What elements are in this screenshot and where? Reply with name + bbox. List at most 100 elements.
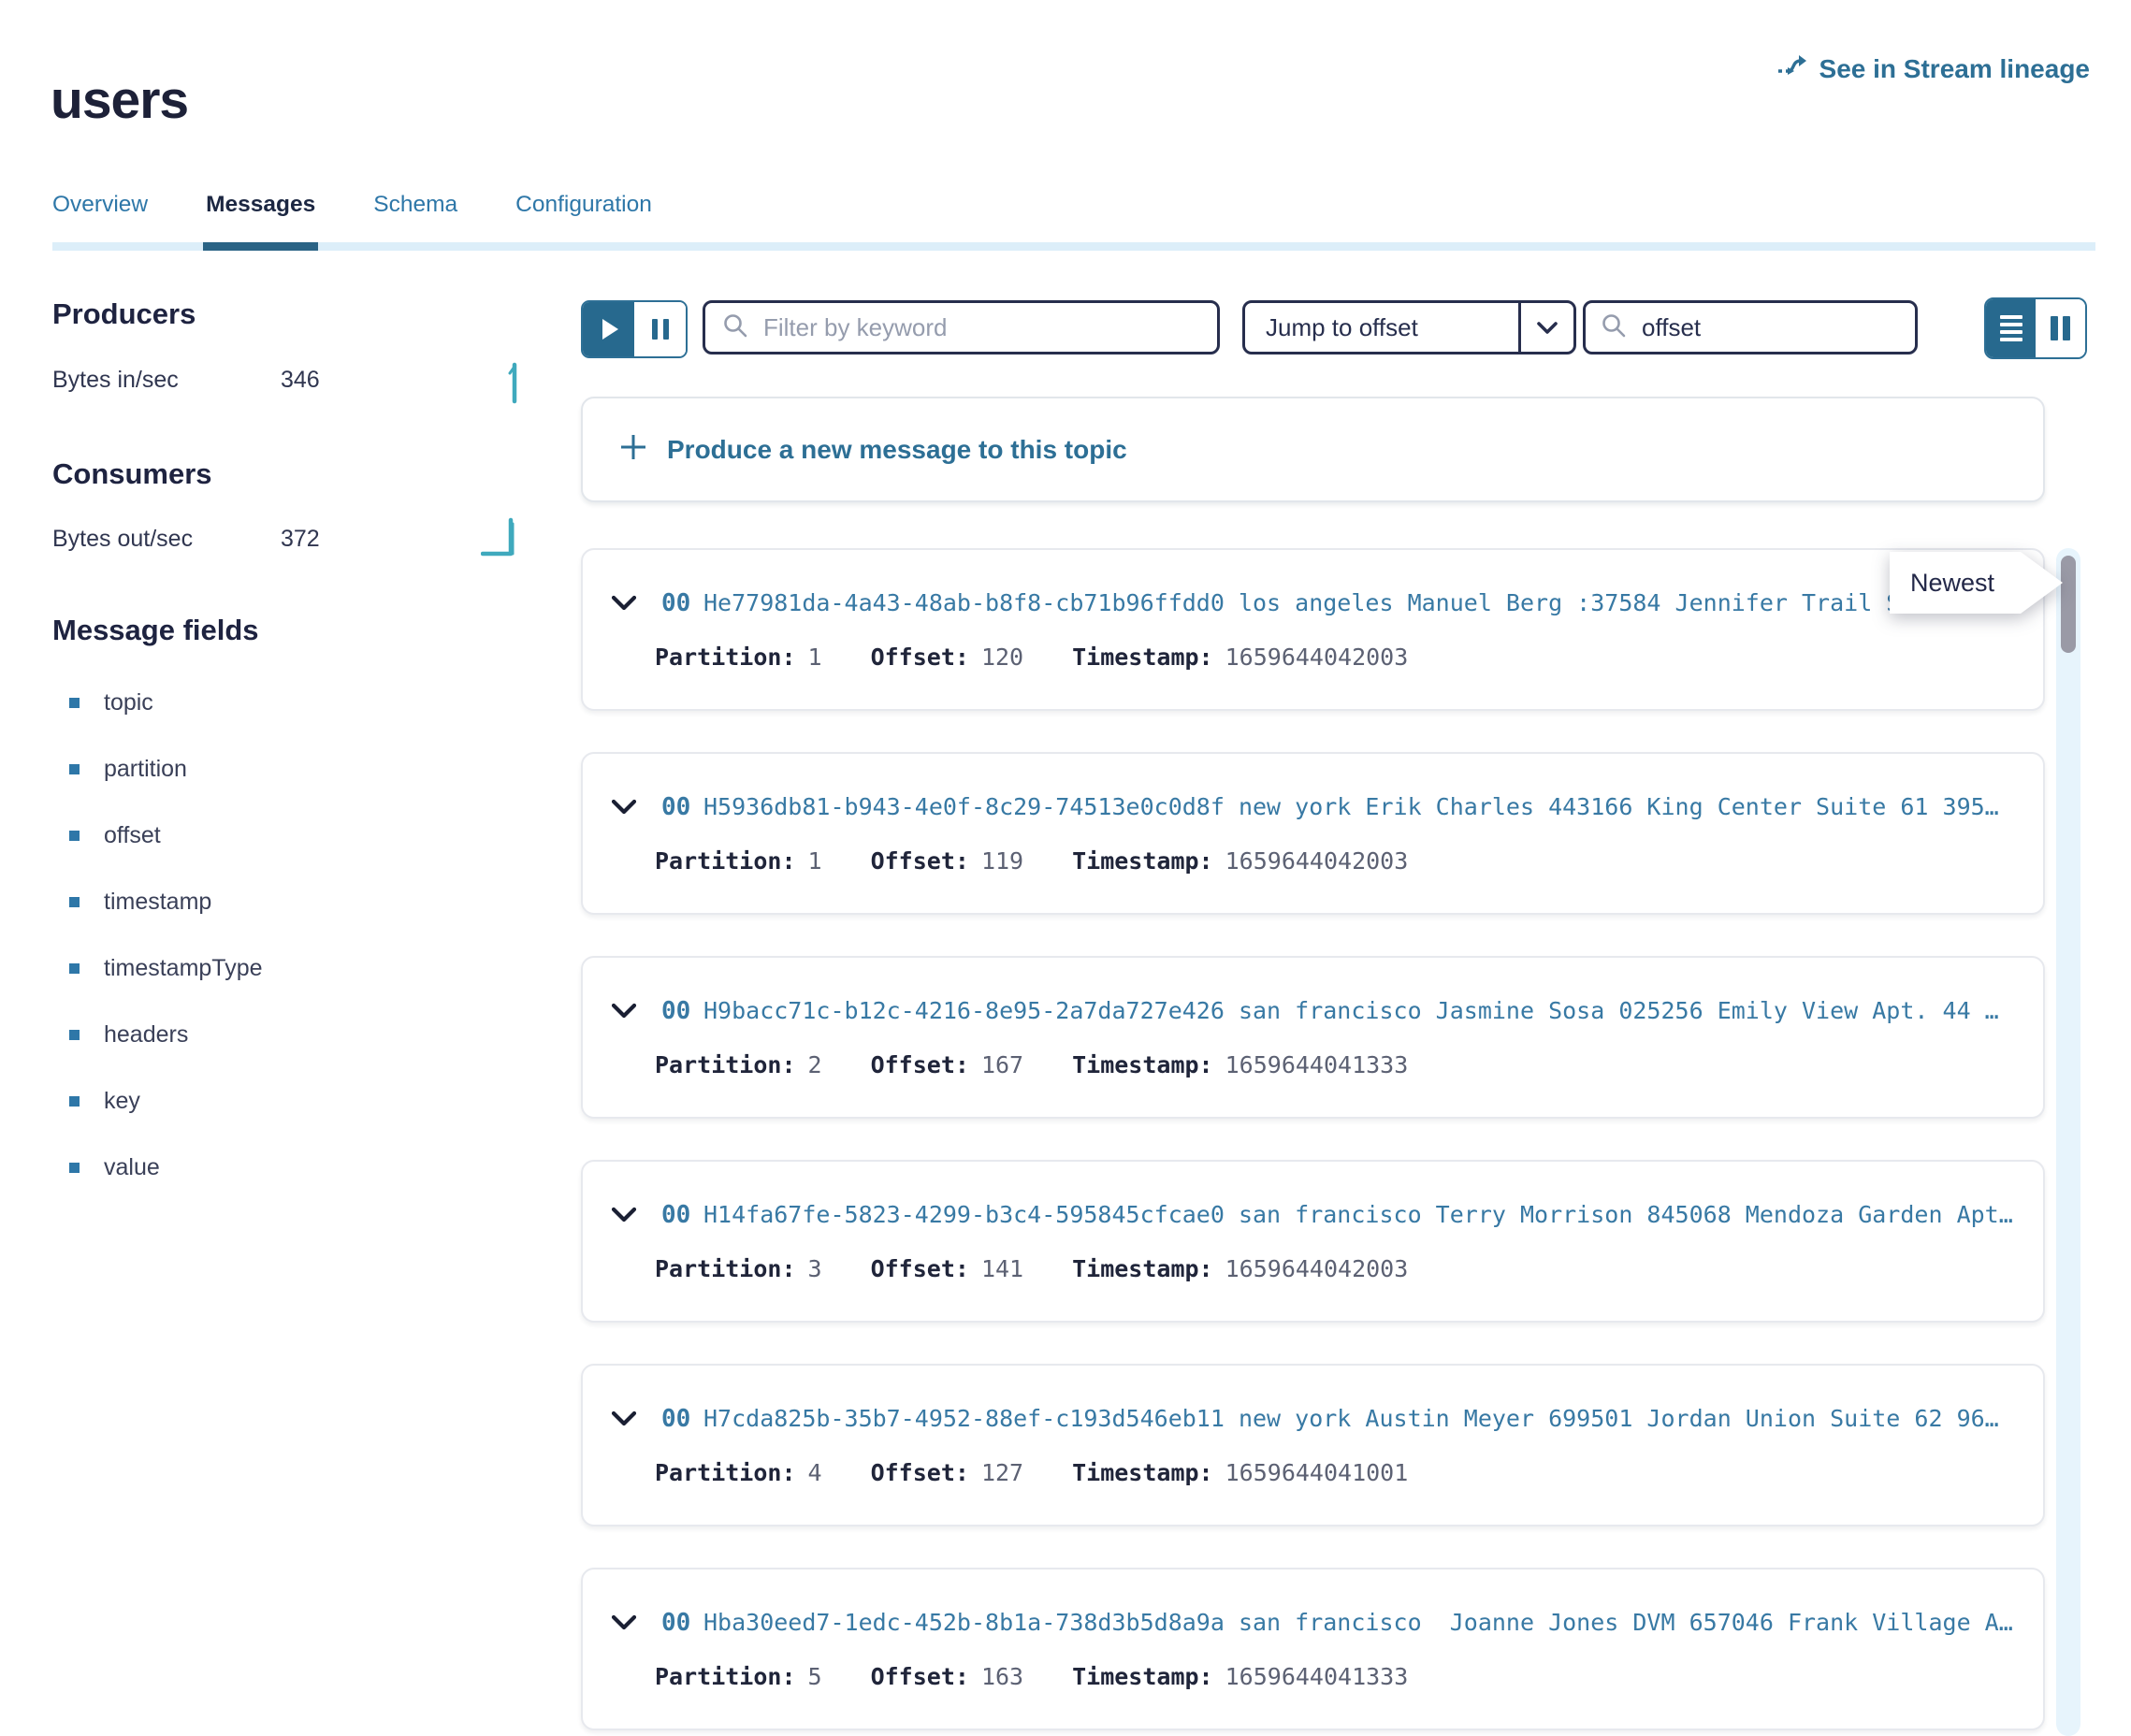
partition-value: 3 xyxy=(808,1255,822,1282)
produce-message-button[interactable]: Produce a new message to this topic xyxy=(581,397,2045,502)
jump-select-value: Jump to offset xyxy=(1245,313,1505,342)
messages-scrollbar-thumb[interactable] xyxy=(2061,556,2076,653)
message-summary: He77981da-4a43-48ab-b8f8-cb71b96ffdd0 lo… xyxy=(703,589,2017,616)
field-headers[interactable]: headers xyxy=(52,1022,263,1048)
bullet-square-icon xyxy=(69,831,80,841)
tab-schema[interactable]: Schema xyxy=(373,192,457,251)
field-offset[interactable]: offset xyxy=(52,823,263,848)
partition-value: 1 xyxy=(808,644,822,671)
message-summary: H7cda825b-35b7-4952-88ef-c193d546eb11 ne… xyxy=(703,1405,2017,1432)
message-summary: H14fa67fe-5823-4299-b3c4-595845cfcae0 sa… xyxy=(703,1201,2017,1228)
pause-button[interactable] xyxy=(634,302,686,356)
bullet-square-icon xyxy=(69,1163,80,1173)
lineage-link-label: See in Stream lineage xyxy=(1819,54,2090,84)
tab-underline-track xyxy=(52,242,2095,251)
pause-icon xyxy=(652,319,669,340)
producers-sparkline xyxy=(505,361,522,409)
message-row-2[interactable]: 00 H9bacc71c-b12c-4216-8e95-2a7da727e426… xyxy=(581,956,2045,1119)
expand-chevron-icon[interactable] xyxy=(611,1410,637,1432)
offset-value: 141 xyxy=(981,1255,1023,1282)
expand-chevron-icon[interactable] xyxy=(611,1003,637,1024)
partition-label: Partition: xyxy=(655,1663,796,1690)
partition-value: 5 xyxy=(808,1663,822,1690)
expand-chevron-icon[interactable] xyxy=(611,595,637,616)
column-view-icon xyxy=(2051,316,2070,340)
bullet-square-icon xyxy=(69,1030,80,1040)
jump-to-offset-select[interactable]: Jump to offset xyxy=(1242,300,1576,354)
timestamp-label: Timestamp: xyxy=(1072,1459,1213,1486)
message-summary: H5936db81-b943-4e0f-8c29-74513e0c0d8f ne… xyxy=(703,793,2017,820)
timestamp-label: Timestamp: xyxy=(1072,644,1213,671)
newest-tooltip-body: Newest xyxy=(1890,552,2063,614)
producers-heading: Producers xyxy=(52,297,196,331)
produce-message-label: Produce a new message to this topic xyxy=(667,435,1127,465)
message-summary: H9bacc71c-b12c-4216-8e95-2a7da727e426 sa… xyxy=(703,997,2017,1024)
consumers-heading: Consumers xyxy=(52,457,212,491)
field-timestamp[interactable]: timestamp xyxy=(52,890,263,915)
message-row-5[interactable]: 00 Hba30eed7-1edc-452b-8b1a-738d3b5d8a9a… xyxy=(581,1568,2045,1730)
partition-value: 2 xyxy=(808,1051,822,1078)
offset-label: Offset: xyxy=(871,1459,969,1486)
partition-label: Partition: xyxy=(655,1051,796,1078)
tab-overview[interactable]: Overview xyxy=(52,192,148,251)
search-icon xyxy=(1601,312,1627,343)
tab-bar: Overview Messages Schema Configuration xyxy=(52,192,2095,251)
partition-value: 1 xyxy=(808,847,822,875)
filter-keyword-input[interactable] xyxy=(761,312,1217,343)
messages-scrollbar-track[interactable] xyxy=(2056,548,2080,1736)
column-view-button[interactable] xyxy=(2036,299,2085,357)
offset-search-field[interactable] xyxy=(1583,300,1918,354)
key-value-badge-icon: 00 xyxy=(661,1609,690,1637)
see-in-stream-lineage-link[interactable]: See in Stream lineage xyxy=(1776,52,2090,85)
chevron-down-icon xyxy=(1536,321,1558,335)
filter-keyword-field[interactable] xyxy=(703,300,1220,354)
timestamp-value: 1659644041333 xyxy=(1225,1663,1409,1690)
tab-messages[interactable]: Messages xyxy=(206,192,315,251)
page-title: users xyxy=(51,69,188,131)
message-row-3[interactable]: 00 H14fa67fe-5823-4299-b3c4-595845cfcae0… xyxy=(581,1160,2045,1323)
bullet-square-icon xyxy=(69,897,80,907)
timestamp-value: 1659644042003 xyxy=(1225,1255,1409,1282)
bytes-out-value: 372 xyxy=(281,526,320,553)
play-icon xyxy=(602,319,618,340)
partition-label: Partition: xyxy=(655,847,796,875)
newest-tooltip: Newest xyxy=(1890,552,2063,614)
bullet-square-icon xyxy=(69,698,80,708)
offset-search-input[interactable] xyxy=(1640,312,1957,343)
stream-lineage-arrows-icon xyxy=(1776,52,1808,85)
expand-chevron-icon[interactable] xyxy=(611,799,637,820)
select-chevron-zone[interactable] xyxy=(1518,303,1573,352)
expand-chevron-icon[interactable] xyxy=(611,1614,637,1636)
field-key[interactable]: key xyxy=(52,1089,263,1114)
timestamp-label: Timestamp: xyxy=(1072,1663,1213,1690)
bytes-out-label: Bytes out/sec xyxy=(52,526,193,553)
field-timestamptype[interactable]: timestampType xyxy=(52,956,263,981)
list-view-button[interactable] xyxy=(1986,299,2036,357)
live-consume-toggle xyxy=(581,300,688,358)
offset-value: 120 xyxy=(981,644,1023,671)
key-value-badge-icon: 00 xyxy=(661,1201,690,1229)
play-button[interactable] xyxy=(583,302,634,356)
message-fields-list: topic partition offset timestamp timesta… xyxy=(52,690,263,1222)
bullet-square-icon xyxy=(69,764,80,774)
message-summary: Hba30eed7-1edc-452b-8b1a-738d3b5d8a9a sa… xyxy=(703,1609,2017,1636)
list-view-icon xyxy=(2000,315,2022,341)
timestamp-label: Timestamp: xyxy=(1072,1255,1213,1282)
field-partition[interactable]: partition xyxy=(52,757,263,782)
message-row-0[interactable]: 00 He77981da-4a43-48ab-b8f8-cb71b96ffdd0… xyxy=(581,548,2045,711)
consumers-sparkline xyxy=(481,514,524,562)
offset-value: 167 xyxy=(981,1051,1023,1078)
offset-label: Offset: xyxy=(871,1051,969,1078)
expand-chevron-icon[interactable] xyxy=(611,1207,637,1228)
bytes-in-value: 346 xyxy=(281,367,320,394)
field-value[interactable]: value xyxy=(52,1155,263,1180)
tab-configuration[interactable]: Configuration xyxy=(515,192,652,251)
bullet-square-icon xyxy=(69,1096,80,1107)
timestamp-value: 1659644041333 xyxy=(1225,1051,1409,1078)
message-row-4[interactable]: 00 H7cda825b-35b7-4952-88ef-c193d546eb11… xyxy=(581,1364,2045,1526)
field-topic[interactable]: topic xyxy=(52,690,263,716)
key-value-badge-icon: 00 xyxy=(661,793,690,821)
partition-label: Partition: xyxy=(655,1459,796,1486)
key-value-badge-icon: 00 xyxy=(661,1405,690,1433)
message-row-1[interactable]: 00 H5936db81-b943-4e0f-8c29-74513e0c0d8f… xyxy=(581,752,2045,915)
